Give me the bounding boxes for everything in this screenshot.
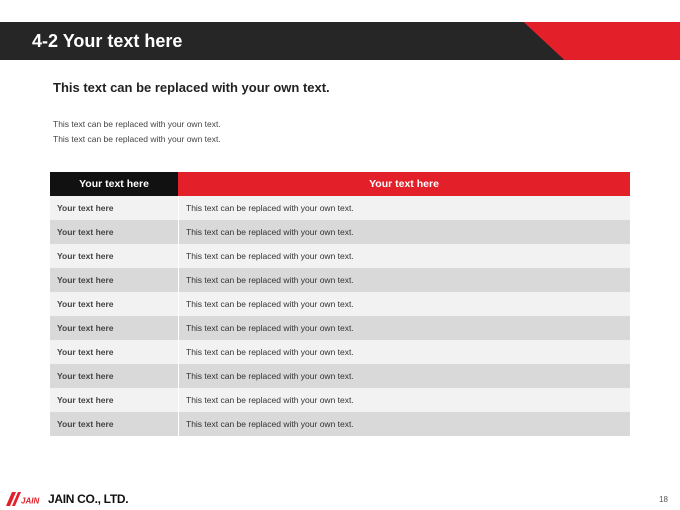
row-text-cell: This text can be replaced with your own … — [178, 292, 630, 316]
description-line: This text can be replaced with your own … — [53, 119, 221, 129]
row-text-cell: This text can be replaced with your own … — [178, 244, 630, 268]
jain-logo-icon: JAIN — [6, 492, 39, 506]
table-row: Your text here This text can be replaced … — [50, 220, 630, 244]
row-label-cell: Your text here — [57, 203, 114, 213]
row-text-cell: This text can be replaced with your own … — [178, 268, 630, 292]
row-label-cell: Your text here — [57, 323, 114, 333]
row-text-cell: This text can be replaced with your own … — [178, 340, 630, 364]
table-row: Your text here This text can be replaced … — [50, 292, 630, 316]
row-text-cell: This text can be replaced with your own … — [178, 388, 630, 412]
row-text-cell: This text can be replaced with your own … — [178, 196, 630, 220]
company-logo: JAIN JAIN CO., LTD. — [6, 491, 129, 507]
company-name: JAIN CO., LTD. — [48, 492, 129, 506]
table-row: Your text here This text can be replaced … — [50, 364, 630, 388]
row-text-cell: This text can be replaced with your own … — [178, 364, 630, 388]
row-label-cell: Your text here — [57, 227, 114, 237]
table-header-row: Your text here Your text here — [50, 172, 630, 196]
description-line: This text can be replaced with your own … — [53, 134, 221, 144]
section-subtitle: This text can be replaced with your own … — [53, 80, 330, 95]
row-label-cell: Your text here — [57, 419, 114, 429]
row-text-cell: This text can be replaced with your own … — [178, 316, 630, 340]
table-row: Your text here This text can be replaced … — [50, 196, 630, 220]
table-row: Your text here This text can be replaced … — [50, 412, 630, 436]
page-number: 18 — [659, 495, 668, 504]
logo-mark-text: JAIN — [21, 497, 39, 506]
row-text-cell: This text can be replaced with your own … — [178, 220, 630, 244]
row-label-cell: Your text here — [57, 371, 114, 381]
row-label-cell: Your text here — [57, 299, 114, 309]
row-text-cell: This text can be replaced with your own … — [178, 412, 630, 436]
title-bar: 4-2 Your text here — [0, 22, 680, 60]
table-row: Your text here This text can be replaced … — [50, 340, 630, 364]
table-header-cell: Your text here — [50, 172, 178, 196]
table-row: Your text here This text can be replaced … — [50, 244, 630, 268]
table-row: Your text here This text can be replaced … — [50, 388, 630, 412]
row-label-cell: Your text here — [57, 251, 114, 261]
table-body: Your text here This text can be replaced … — [50, 196, 630, 436]
row-label-cell: Your text here — [57, 395, 114, 405]
table-row: Your text here This text can be replaced … — [50, 316, 630, 340]
content-table: Your text here Your text here Your text … — [50, 172, 630, 436]
page-title: 4-2 Your text here — [32, 31, 183, 51]
row-label-cell: Your text here — [57, 347, 114, 357]
table-header-cell: Your text here — [178, 172, 630, 196]
table-row: Your text here This text can be replaced … — [50, 268, 630, 292]
row-label-cell: Your text here — [57, 275, 114, 285]
